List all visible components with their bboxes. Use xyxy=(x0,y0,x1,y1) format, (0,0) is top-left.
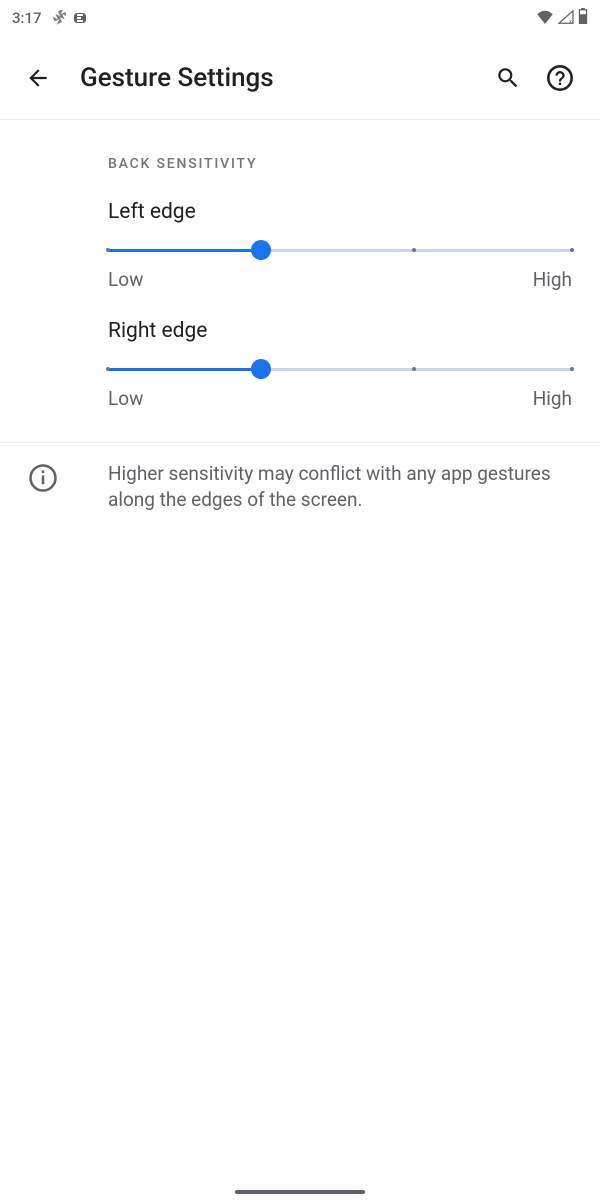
section-header: BACK SENSITIVITY xyxy=(0,120,600,180)
slider-label: Left edge xyxy=(108,200,572,224)
slider-tick xyxy=(106,367,110,371)
pinwheel-icon xyxy=(50,10,66,26)
search-button[interactable] xyxy=(486,56,530,100)
signal-icon: x xyxy=(558,9,574,28)
sliders-container: Left edge Low High Right edge Low High xyxy=(0,180,600,418)
slider-group-right-edge: Right edge Low High xyxy=(0,299,600,418)
back-button[interactable] xyxy=(18,58,58,98)
slider-fill xyxy=(108,249,261,252)
svg-text:x: x xyxy=(569,19,572,24)
wifi-icon xyxy=(536,9,554,28)
arrow-back-icon xyxy=(25,65,51,91)
slider-tick xyxy=(106,248,110,252)
news-icon xyxy=(74,13,86,23)
app-bar: Gesture Settings xyxy=(0,36,600,120)
slider-high-label: High xyxy=(533,387,572,410)
help-button[interactable] xyxy=(538,56,582,100)
slider-thumb[interactable] xyxy=(251,240,271,260)
slider-label: Right edge xyxy=(108,319,572,343)
slider-tick xyxy=(570,248,574,252)
status-time: 3:17 xyxy=(12,9,42,27)
slider-low-label: Low xyxy=(108,268,143,291)
slider-left-edge[interactable] xyxy=(108,238,572,262)
slider-fill xyxy=(108,368,261,371)
page-title: Gesture Settings xyxy=(80,63,478,93)
info-text: Higher sensitivity may conflict with any… xyxy=(88,461,572,512)
battery-icon xyxy=(578,8,588,28)
slider-right-edge[interactable] xyxy=(108,357,572,381)
status-right: x xyxy=(536,8,588,28)
slider-low-label: Low xyxy=(108,387,143,410)
info-row: Higher sensitivity may conflict with any… xyxy=(0,443,600,530)
help-icon xyxy=(546,64,574,92)
info-icon xyxy=(28,463,58,493)
slider-end-labels: Low High xyxy=(108,268,572,291)
slider-tick xyxy=(412,248,416,252)
search-icon xyxy=(495,65,521,91)
slider-high-label: High xyxy=(533,268,572,291)
status-bar: 3:17 x xyxy=(0,0,600,36)
slider-end-labels: Low High xyxy=(108,387,572,410)
slider-tick xyxy=(570,367,574,371)
slider-tick xyxy=(412,367,416,371)
slider-group-left-edge: Left edge Low High xyxy=(0,180,600,299)
status-left: 3:17 xyxy=(12,9,86,27)
nav-pill[interactable] xyxy=(235,1190,365,1194)
slider-thumb[interactable] xyxy=(251,359,271,379)
